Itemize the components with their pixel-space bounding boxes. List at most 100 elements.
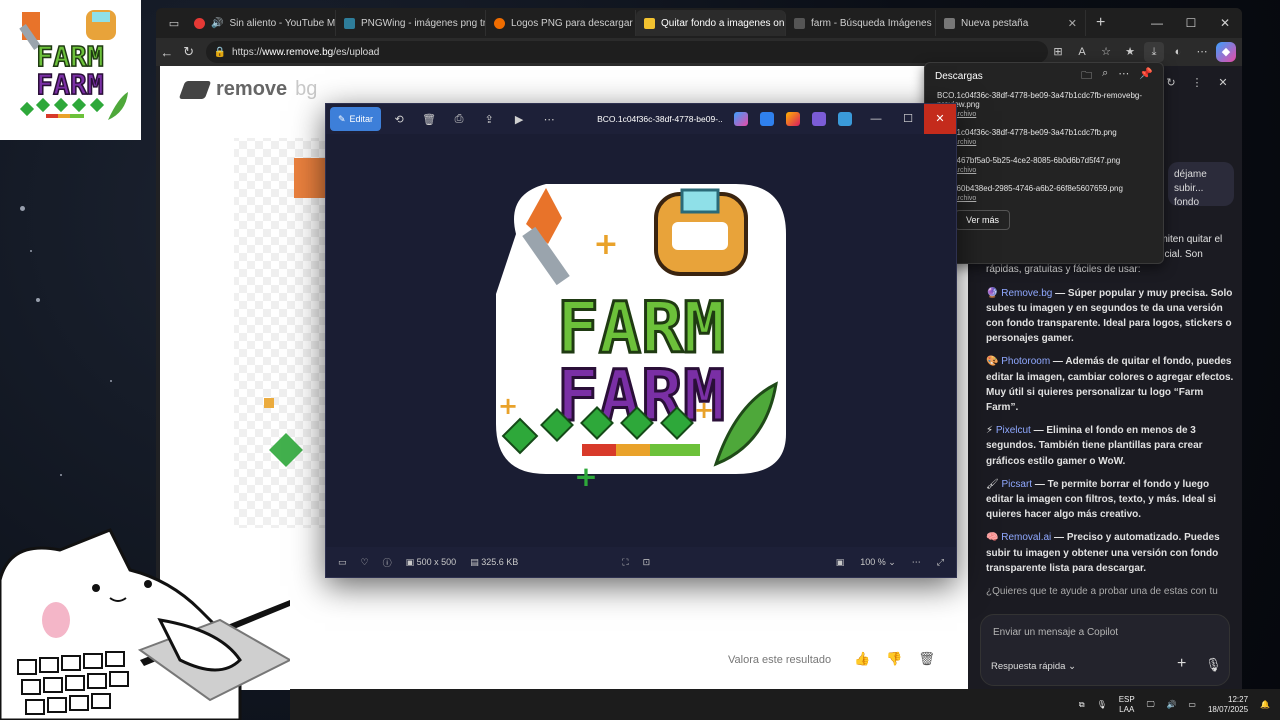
minimize-button[interactable]: — — [1140, 8, 1174, 38]
maximize-button[interactable]: ☐ — [1174, 8, 1208, 38]
close-tab-icon[interactable]: ✕ — [1068, 17, 1077, 30]
close-sidebar-icon[interactable]: ✕ — [1212, 72, 1234, 94]
copilot-app-icon[interactable] — [734, 112, 749, 126]
notifications-icon[interactable]: 🔔 — [1260, 700, 1270, 709]
zoom-dropdown[interactable]: 100 % ⌄ — [860, 557, 896, 568]
link-photoroom[interactable]: Photoroom — [1001, 356, 1050, 367]
favorite-star-icon[interactable]: ☆ — [1096, 42, 1116, 62]
designer-app-icon[interactable] — [760, 112, 775, 126]
url-input[interactable]: 🔒 https://www.remove.bg/es/upload — [205, 41, 1048, 63]
print-icon[interactable]: ⎙ — [447, 113, 471, 126]
delete-icon[interactable]: 🗑 — [918, 651, 935, 667]
edit-button[interactable]: ✎ Editar — [330, 107, 382, 131]
close-window-button[interactable]: ✕ — [1208, 8, 1242, 38]
more-icon[interactable]: ⋯ — [1118, 67, 1129, 86]
close-button[interactable]: ✕ — [924, 104, 956, 134]
downloads-header: Descargas 🗀 ⌕ ⋯ 📌 — [925, 63, 1163, 89]
folder-icon[interactable]: 🗀 — [1081, 67, 1092, 86]
remove-bg-logo[interactable]: remove bg — [178, 78, 317, 101]
link-picsart[interactable]: Picsart — [1001, 479, 1032, 490]
copilot-message-input[interactable]: Enviar un mensaje a Copilot Respuesta rá… — [980, 614, 1230, 686]
share-icon[interactable]: ⇪ — [477, 113, 501, 126]
more-icon[interactable]: ⋯ — [537, 113, 561, 126]
tab-farm-search[interactable]: farm - Búsqueda Imágenes ✕ — [786, 10, 936, 36]
tab-new-tab[interactable]: Nueva pestaña ✕ — [936, 10, 1086, 36]
microphone-icon[interactable]: 🎙 — [1205, 657, 1222, 673]
link-remove-bg[interactable]: Remove.bg — [1001, 288, 1052, 299]
more-options-icon[interactable]: ⋮ — [1186, 72, 1208, 94]
actual-size-icon[interactable]: ⊡ — [643, 557, 651, 568]
fit-screen-icon[interactable]: ⛶ — [622, 557, 628, 568]
clipchamp-app-icon[interactable] — [812, 112, 827, 126]
new-tab-page-icon — [944, 17, 955, 29]
display-icon[interactable]: 🖵 — [1147, 700, 1155, 710]
thumbs-up-icon[interactable]: 👍 — [854, 651, 870, 667]
open-file-link[interactable]: Abrir archivo — [937, 195, 1153, 202]
new-tab-button[interactable]: + — [1086, 14, 1115, 32]
brush-icon: 🖌 — [986, 478, 999, 490]
see-more-button[interactable]: Ver más — [955, 210, 1011, 230]
delete-icon[interactable]: 🗑 — [417, 113, 441, 126]
rotate-icon[interactable]: ⟲ — [387, 113, 411, 126]
maximize-button[interactable]: ☐ — [892, 104, 924, 134]
volume-icon[interactable]: 🔊 — [1166, 700, 1176, 709]
user-message-bubble: déjame subir... fondo — [1168, 162, 1234, 208]
fit-window-icon[interactable]: ▣ — [836, 557, 845, 568]
download-item[interactable]: BCO.1c04f36c-38df-4778-be09-3a47b1cdc7fb… — [925, 89, 1163, 120]
tab-youtube-music[interactable]: 🔊 Sin aliento - YouTube Mus ✕ — [186, 10, 336, 36]
tab-pngwing[interactable]: PNGWing - imágenes png tran ✕ — [336, 10, 486, 36]
farm-farm-logo: FARM FARM + + + + — [496, 184, 786, 493]
thumbs-down-icon[interactable]: 👎 — [886, 651, 902, 667]
sidebar-toggle-icon[interactable]: ▭ — [162, 17, 186, 30]
favorites-icon[interactable]: ★ — [1120, 42, 1140, 62]
refresh-icon[interactable]: ↻ — [178, 44, 200, 60]
pin-icon[interactable]: 📌 — [1139, 67, 1153, 86]
open-file-link[interactable]: Abrir archivo — [937, 111, 1153, 118]
add-attachment-icon[interactable]: + — [1177, 655, 1186, 673]
photos-viewer-window: ✎ Editar ⟲ 🗑 ⎙ ⇪ ▶ ⋯ BCO.1c04f36c-38df-47… — [325, 103, 957, 578]
tab-logos-png[interactable]: Logos PNG para descargar gra ✕ — [486, 10, 636, 36]
link-pixelcut[interactable]: Pixelcut — [996, 425, 1031, 436]
onedrive-app-icon[interactable] — [838, 112, 853, 126]
paint-app-icon[interactable] — [786, 112, 801, 126]
search-icon[interactable]: ⌕ — [1102, 67, 1108, 86]
download-item[interactable]: BCO.1c04f36c-38df-4778-be09-3a47b1cdc7fb… — [925, 126, 1163, 148]
input-placeholder: Enviar un mensaje a Copilot — [993, 627, 1119, 638]
viewer-window-controls: — ☐ ✕ — [860, 104, 956, 134]
star — [110, 380, 112, 382]
read-aloud-icon[interactable]: A — [1072, 42, 1092, 62]
tab-remove-bg[interactable]: Quitar fondo a imagenes onlin ✕ — [636, 10, 786, 36]
response-mode-dropdown[interactable]: Respuesta rápida ⌄ — [991, 661, 1076, 672]
download-filename: BCO.1c04f36c-38df-4778-be09-3a47b1cdc7fb… — [937, 128, 1117, 137]
downloads-title: Descargas — [935, 70, 983, 82]
favorite-heart-icon[interactable]: ♡ — [361, 557, 369, 568]
minimize-button[interactable]: — — [860, 104, 892, 134]
speaker-icon[interactable]: 🔊 — [211, 18, 223, 29]
microphone-icon[interactable]: 🎙 — [1097, 700, 1107, 709]
downloads-icon[interactable]: ⤓ — [1144, 42, 1164, 62]
extensions-icon[interactable]: ◐ — [1168, 42, 1188, 62]
info-icon[interactable]: ⓘ — [383, 556, 392, 569]
download-filename: BCO.60b438ed-2985-4746-a6b2-66f8e5607659… — [937, 184, 1123, 193]
back-arrow-icon[interactable]: ← — [156, 45, 178, 60]
link-removal-ai[interactable]: Removal.ai — [1001, 532, 1051, 543]
download-item[interactable]: BCO.60b438ed-2985-4746-a6b2-66f8e5607659… — [925, 182, 1163, 204]
battery-icon[interactable]: ▭ — [1188, 700, 1196, 709]
clock[interactable]: 12:27 18/07/2025 — [1208, 695, 1248, 715]
open-file-link[interactable]: Abrir archivo — [937, 139, 1153, 146]
filmstrip-icon[interactable]: ▭ — [338, 557, 347, 568]
lock-icon[interactable]: 🔒 — [214, 47, 226, 58]
fullscreen-icon[interactable]: ⤢ — [937, 557, 944, 568]
slideshow-icon[interactable]: ▶ — [507, 113, 531, 126]
more-menu-icon[interactable]: ⋯ — [1192, 42, 1212, 62]
download-item[interactable]: BCO.467bf5a0-5b25-4ce2-8085-6b0d6b7d5f47… — [925, 154, 1163, 176]
more-options-icon[interactable]: ⋯ — [912, 557, 921, 568]
list-item: 🔮 Remove.bg — Súper popular y muy precis… — [986, 286, 1236, 347]
input-language[interactable]: ESP LAA — [1119, 695, 1135, 715]
copilot-icon[interactable]: ◆ — [1216, 42, 1236, 62]
open-file-link[interactable]: Abrir archivo — [937, 167, 1153, 174]
app-available-icon[interactable]: ⊞ — [1048, 42, 1068, 62]
url-text: https://www.remove.bg/es/upload — [232, 46, 380, 58]
file-size: ▤ 325.6 KB — [470, 556, 519, 567]
network-icon[interactable]: ⧉ — [1079, 700, 1085, 710]
